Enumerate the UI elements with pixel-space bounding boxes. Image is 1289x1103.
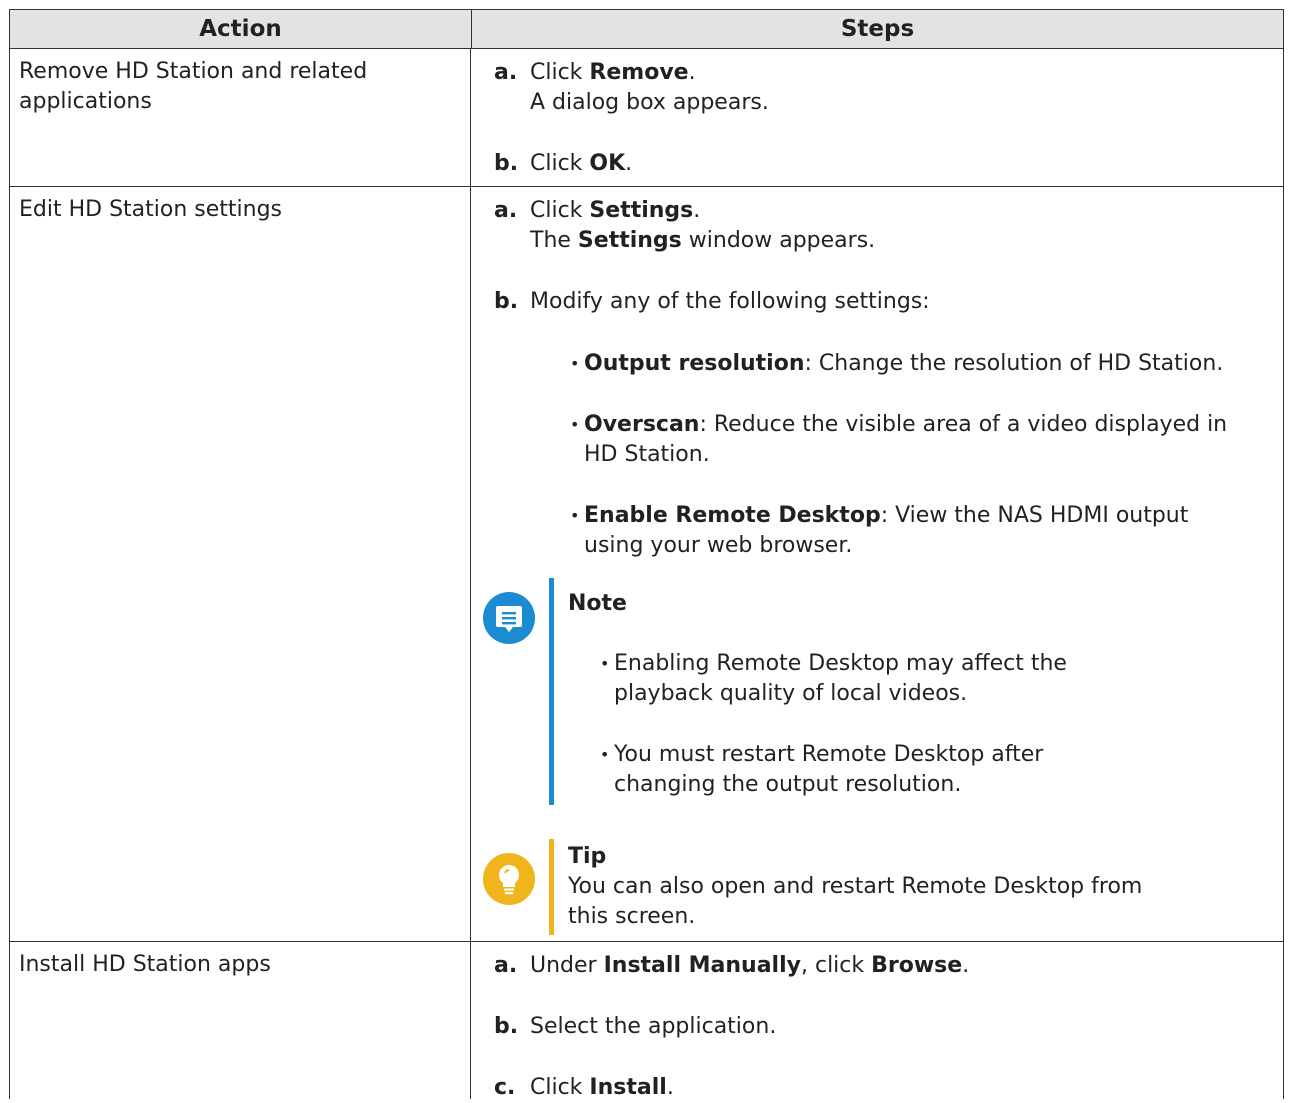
setting-bullet-cont: using your web browser. [584,533,853,558]
step-label: c. [494,1075,516,1100]
note-item: You must restart Remote Desktop after [600,740,1043,770]
header-action: Action [10,10,472,48]
action-text-line1: Remove HD Station and related [19,59,368,84]
step-label: b. [494,1014,519,1039]
table-row: Remove HD Station and related applicatio… [10,49,1283,187]
note-item: Enabling Remote Desktop may affect the [600,649,1067,679]
setting-bullet: Overscan: Reduce the visible area of a v… [570,410,1227,440]
note-item-cont: changing the output resolution. [614,772,962,797]
table-header: Action Steps [10,9,1283,49]
note-title: Note [568,591,627,616]
action-cell: Install HD Station apps [10,942,471,1099]
step-text: Click Remove. [530,60,696,85]
tip-title: Tip [568,844,607,869]
step-text: Click OK. [530,151,633,176]
steps-table: Action Steps Remove HD Station and relat… [9,9,1284,1100]
step-label: b. [494,289,519,314]
note-accent-bar [549,578,554,805]
steps-cell: a. Click Settings. The Settings window a… [471,187,1283,941]
step-label: a. [494,198,518,223]
step-label: a. [494,60,518,85]
steps-cell: a. Click Remove. A dialog box appears. b… [471,49,1283,186]
step-text: Click Settings. [530,198,701,223]
note-bubble-icon [483,592,535,644]
step-label: a. [494,953,518,978]
lightbulb-icon [483,853,535,905]
action-cell: Remove HD Station and related applicatio… [10,49,471,186]
table-row: Install HD Station apps a. Under Install… [10,942,1283,1100]
step-result: The Settings window appears. [530,228,876,253]
step-text: Click Install. [530,1075,674,1100]
step-result: A dialog box appears. [530,90,769,115]
step-text: Modify any of the following settings: [530,289,930,314]
tip-accent-bar [549,839,554,935]
steps-cell: a. Under Install Manually, click Browse.… [471,942,1283,1100]
step-label: b. [494,151,519,176]
setting-bullet-cont: HD Station. [584,442,710,467]
step-text: Under Install Manually, click Browse. [530,953,970,978]
table-row: Edit HD Station settings a. Click Settin… [10,187,1283,942]
action-text: Edit HD Station settings [19,197,283,222]
action-text-line2: applications [19,89,152,114]
setting-bullet: Enable Remote Desktop: View the NAS HDMI… [570,501,1188,531]
step-text: Select the application. [530,1014,777,1039]
note-item-cont: playback quality of local videos. [614,681,968,706]
tip-text-cont: this screen. [568,904,696,929]
action-text: Install HD Station apps [19,952,271,977]
tip-text: You can also open and restart Remote Des… [568,874,1143,899]
action-cell: Edit HD Station settings [10,187,471,941]
setting-bullet: Output resolution: Change the resolution… [570,349,1223,379]
header-steps: Steps [840,16,915,42]
